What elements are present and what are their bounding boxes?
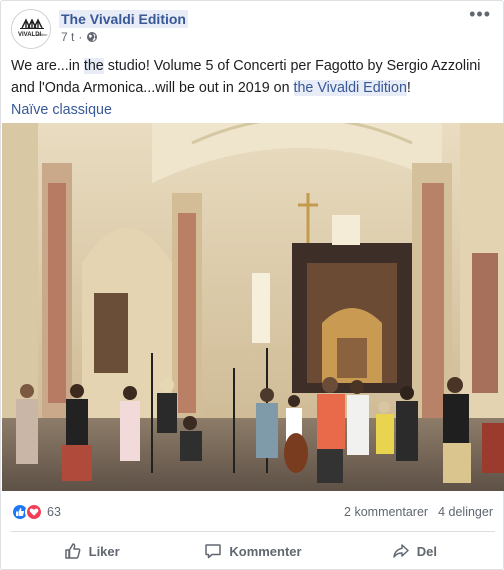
page-avatar[interactable]: VIVALDI edition [11,9,51,49]
comment-label: Kommenter [229,543,302,559]
post-text-1: We are...in [11,58,84,74]
post-timestamp[interactable]: 7 t [61,30,74,44]
share-label: Del [416,543,437,559]
post-header: VIVALDI edition The Vivaldi Edition 7 t … [11,5,495,49]
post-photo[interactable] [2,123,504,491]
page-name-link[interactable]: The Vivaldi Edition [59,10,188,28]
facebook-post: VIVALDI edition The Vivaldi Edition 7 t … [0,0,504,570]
post-text-3: ! [406,80,411,96]
comments-count[interactable]: 2 kommentarer [344,505,428,519]
like-label: Liker [88,543,120,559]
love-reaction-icon [25,503,43,521]
post-meta: 7 t · [61,30,98,44]
reaction-count[interactable]: 63 [47,505,61,519]
post-actions: Liker Kommenter Del [11,533,495,569]
vivaldi-logo-icon: VIVALDI edition [12,10,50,48]
church-studio-photo [2,123,504,491]
avatar-subtitle: edition [37,33,47,37]
reactions-bar: 63 2 kommentarer 4 delinger [11,503,495,521]
share-arrow-icon [392,544,409,558]
more-options-icon[interactable]: ••• [469,5,491,23]
thumbs-up-icon [64,543,81,559]
speech-bubble-icon [205,544,222,559]
comment-button[interactable]: Kommenter [172,533,333,569]
reaction-icons[interactable] [11,503,43,521]
share-button[interactable]: Del [334,533,495,569]
engagement-counts: 2 kommentarer 4 delinger [344,505,493,519]
shares-count[interactable]: 4 delinger [438,505,493,519]
post-text: We are...in the studio! Volume 5 of Conc… [11,55,501,121]
divider [11,531,495,532]
globe-icon [87,32,98,42]
naive-classique-link[interactable]: Naïve classique [11,102,112,118]
post-text-highlight-1: the [83,58,104,74]
vivaldi-edition-link[interactable]: the Vivaldi Edition [293,80,407,96]
meta-separator: · [78,30,83,44]
like-button[interactable]: Liker [11,533,172,569]
